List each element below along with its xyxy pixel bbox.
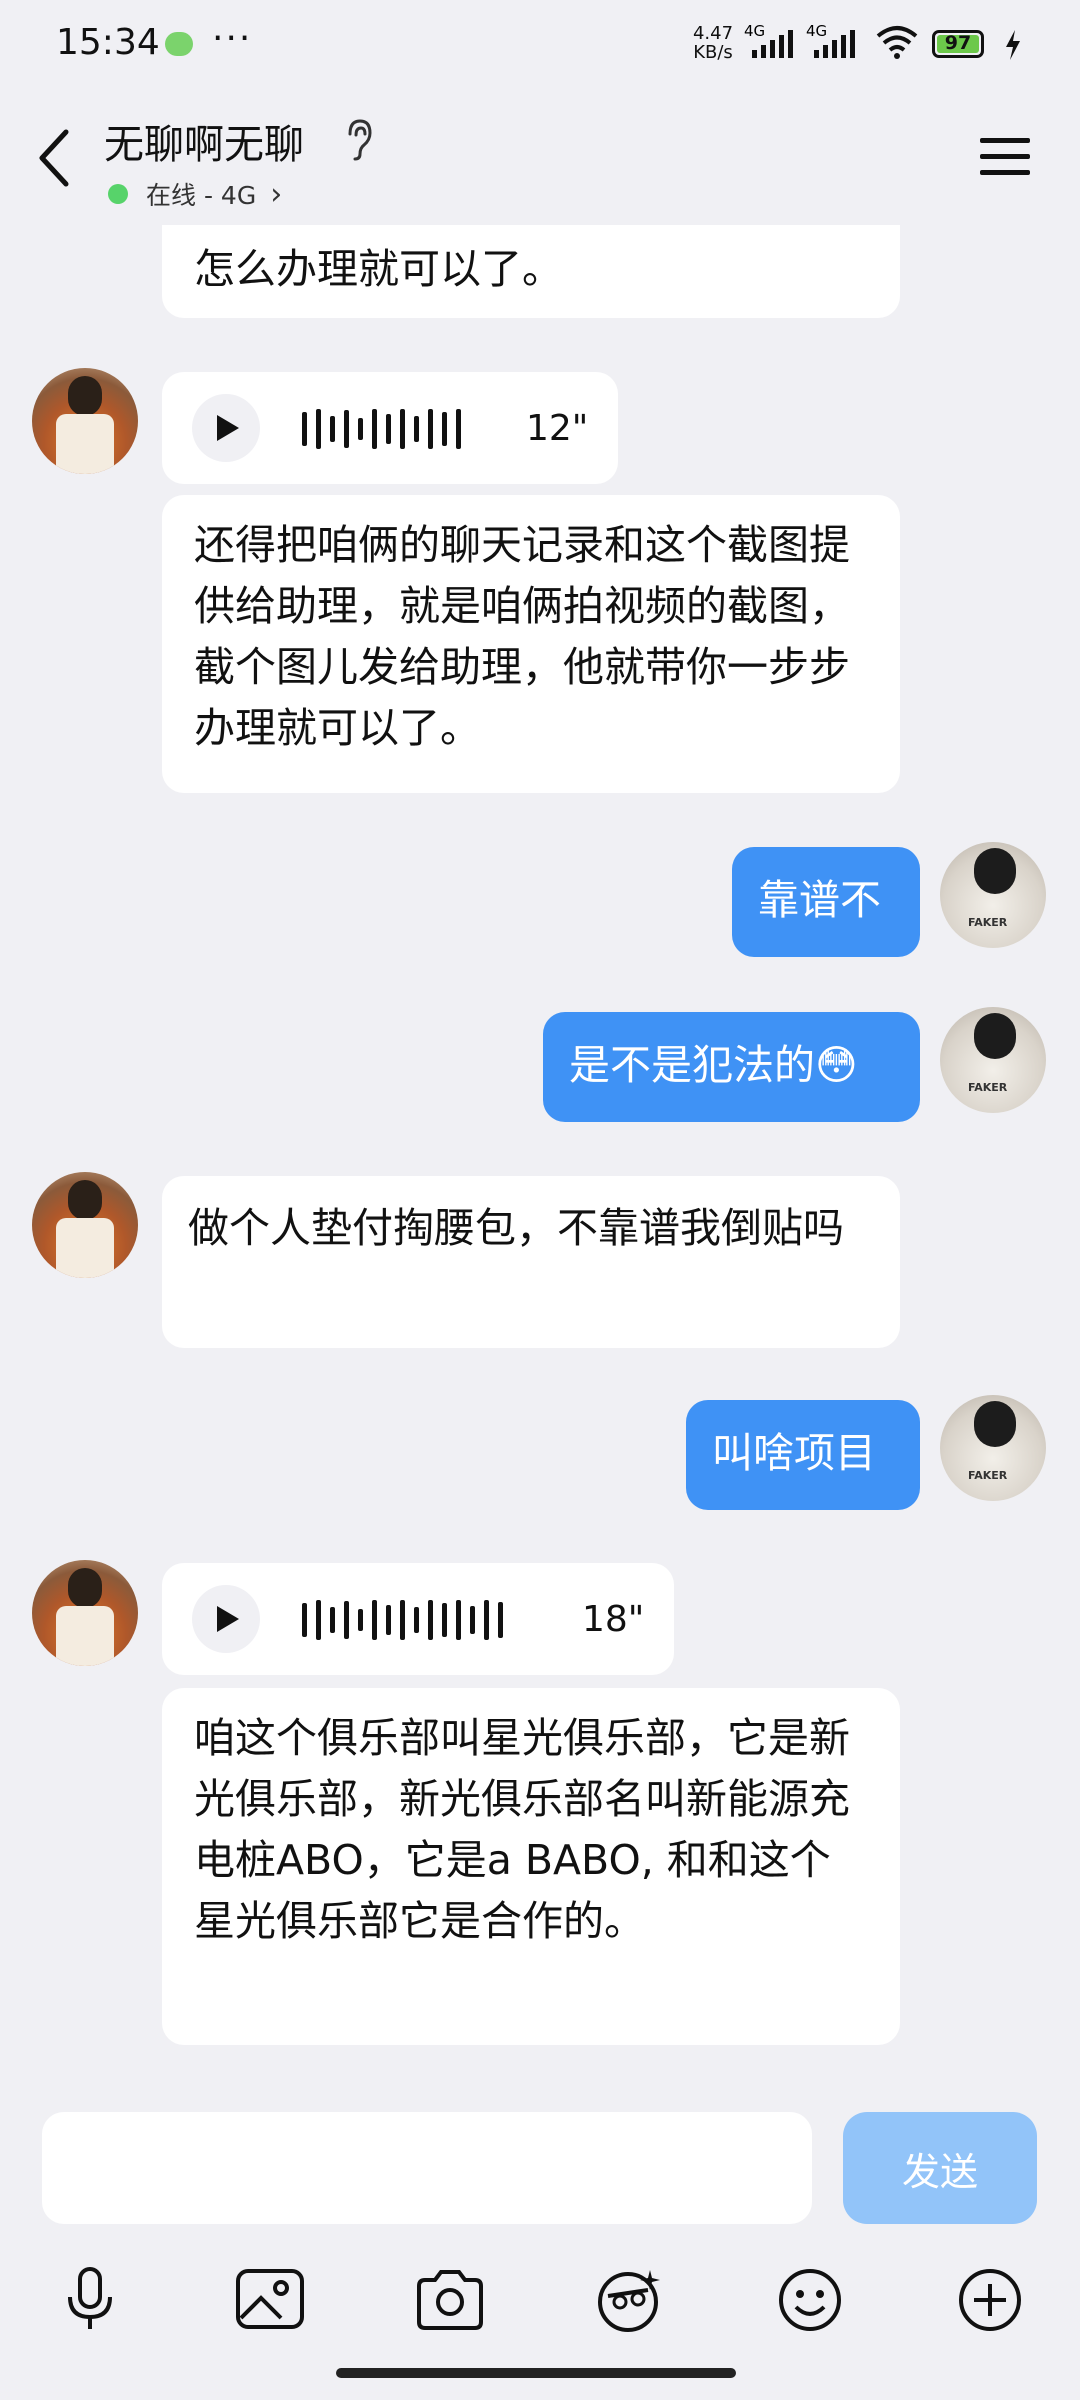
chat-header: 无聊啊无聊 在线 - 4G › (0, 90, 1080, 225)
online-status-text: 在线 - 4G (146, 181, 257, 210)
battery-icon: 97 (932, 30, 984, 58)
back-arrow-icon[interactable] (36, 128, 72, 188)
voice-waveform (302, 1599, 512, 1641)
microphone-icon[interactable] (45, 2255, 135, 2345)
contact-avatar[interactable] (32, 1560, 138, 1666)
online-dot-icon (108, 184, 128, 204)
status-time: 15:34 (56, 22, 160, 63)
more-notifications-icon: ··· (212, 18, 253, 59)
contact-avatar[interactable] (32, 1172, 138, 1278)
play-icon[interactable] (192, 1585, 260, 1653)
message-text: 是不是犯法的😳 (569, 1041, 858, 1089)
sticker-icon[interactable] (585, 2255, 675, 2345)
wechat-notification-icon (165, 32, 193, 56)
voice-message[interactable]: 12" (162, 372, 618, 484)
my-message-bubble[interactable]: 靠谱不 (732, 847, 920, 957)
ear-icon[interactable] (344, 118, 374, 162)
voice-message[interactable]: 18" (162, 1563, 674, 1675)
message-bubble[interactable]: 做个人垫付掏腰包，不靠谱我倒贴吗 (162, 1176, 900, 1348)
camera-icon[interactable] (405, 2255, 495, 2345)
message-text: 靠谱不 (758, 876, 881, 924)
status-bar: 15:34 ··· 4.47 KB/s 4G 4G 97 (0, 0, 1080, 90)
network-speed: 4.47 KB/s (692, 23, 734, 63)
message-list[interactable]: 怎么办理就可以了。 12" 还得把咱俩的聊天记录和这个截图提供给助理，就是咱俩拍… (0, 225, 1080, 2095)
home-indicator[interactable] (336, 2368, 736, 2378)
send-button[interactable]: 发送 (843, 2112, 1037, 2224)
voice-waveform (302, 408, 470, 450)
net-label-1: 4G (744, 24, 765, 40)
plus-icon[interactable] (945, 2255, 1035, 2345)
my-avatar[interactable] (940, 1395, 1046, 1501)
message-bubble-partial[interactable]: 怎么办理就可以了。 (162, 225, 900, 318)
message-bubble[interactable]: 咱这个俱乐部叫星光俱乐部，它是新光俱乐部，新光俱乐部名叫新能源充电桩ABO，它是… (162, 1688, 900, 2045)
contact-name[interactable]: 无聊啊无聊 (104, 112, 304, 170)
battery-level: 97 (944, 32, 972, 54)
my-message-bubble[interactable]: 叫啥项目 (686, 1400, 920, 1510)
message-input[interactable] (42, 2112, 812, 2224)
play-icon[interactable] (192, 394, 260, 462)
charging-icon (1006, 30, 1020, 60)
composer-bar: 发送 (0, 2095, 1080, 2400)
voice-duration: 18" (582, 1599, 645, 1640)
image-icon[interactable] (225, 2255, 315, 2345)
signal-icon-2: 4G (806, 24, 855, 58)
online-status[interactable]: 在线 - 4G › (108, 176, 282, 212)
menu-icon[interactable] (980, 136, 1030, 176)
signal-icon: 4G (744, 24, 793, 58)
message-bubble[interactable]: 还得把咱俩的聊天记录和这个截图提供给助理，就是咱俩拍视频的截图，截个图儿发给助理… (162, 495, 900, 793)
contact-avatar[interactable] (32, 368, 138, 474)
chevron-right-icon: › (270, 176, 283, 212)
my-message-bubble[interactable]: 是不是犯法的😳 (543, 1012, 920, 1122)
my-avatar[interactable] (940, 1007, 1046, 1113)
message-text: 做个人垫付掏腰包，不靠谱我倒贴吗 (188, 1204, 844, 1252)
voice-duration: 12" (526, 408, 589, 449)
net-label-2: 4G (806, 24, 827, 40)
composer-toolbar (0, 2255, 1080, 2355)
wifi-icon (876, 26, 918, 59)
message-text: 叫啥项目 (712, 1429, 876, 1477)
emoji-icon[interactable] (765, 2255, 855, 2345)
message-text: 还得把咱俩的聊天记录和这个截图提供给助理，就是咱俩拍视频的截图，截个图儿发给助理… (194, 521, 850, 752)
my-avatar[interactable] (940, 842, 1046, 948)
message-text: 怎么办理就可以了。 (194, 245, 563, 293)
message-text: 咱这个俱乐部叫星光俱乐部，它是新光俱乐部，新光俱乐部名叫新能源充电桩ABO，它是… (194, 1714, 850, 1945)
